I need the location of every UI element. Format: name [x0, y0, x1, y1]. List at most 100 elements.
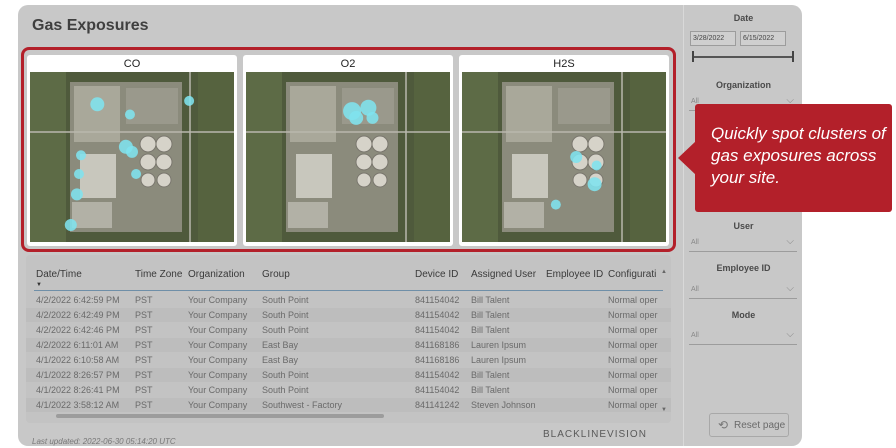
- table-cell: 4/2/2022 6:11:01 AM: [36, 340, 119, 350]
- employee-id-dropdown[interactable]: All ⌵: [689, 283, 797, 299]
- exposure-table: Date/Time ▼ Time Zone Organization Group…: [26, 255, 671, 423]
- mode-label: Mode: [731, 310, 756, 320]
- table-cell: 841168186: [415, 355, 460, 365]
- table-cell: 4/2/2022 6:42:59 PM: [36, 295, 120, 305]
- reset-icon: ⟲: [718, 418, 729, 432]
- table-cell: Bill Talent: [471, 385, 510, 395]
- date-label: Date: [733, 13, 754, 23]
- table-cell: 4/1/2022 3:58:12 AM: [36, 400, 120, 410]
- exposure-cluster[interactable]: [131, 169, 142, 179]
- exposure-cluster[interactable]: [64, 219, 77, 231]
- exposure-cluster[interactable]: [126, 145, 138, 158]
- table-cell: Normal oper: [608, 295, 658, 305]
- col-configuration[interactable]: Configurati: [608, 269, 660, 280]
- map-h2s[interactable]: [462, 72, 666, 242]
- map-card-h2s[interactable]: H2S: [459, 55, 669, 246]
- date-slider-start-handle[interactable]: [692, 51, 694, 62]
- table-cell: PST: [135, 370, 153, 380]
- table-row[interactable]: 4/2/2022 6:11:01 AM PST Your Company East B…: [26, 338, 671, 352]
- col-datetime[interactable]: Date/Time: [36, 269, 82, 280]
- stage: Gas Exposures CO O2 H2S Date/Time ▼ Time…: [0, 0, 896, 448]
- exposure-cluster[interactable]: [184, 95, 195, 106]
- table-cell: South Point: [262, 310, 309, 320]
- table-cell: Your Company: [188, 340, 248, 350]
- table-row[interactable]: 4/2/2022 6:42:49 PM PST Your Company South …: [26, 308, 671, 322]
- table-cell: Bill Talent: [471, 325, 510, 335]
- table-cell: Normal oper: [608, 325, 658, 335]
- table-cell: Your Company: [188, 385, 248, 395]
- table-cell: 4/1/2022 8:26:57 PM: [36, 370, 120, 380]
- employee-id-value: All: [691, 286, 699, 293]
- exposure-cluster[interactable]: [124, 109, 135, 120]
- exposure-cluster[interactable]: [587, 177, 602, 192]
- reset-page-button[interactable]: ⟲ Reset page: [709, 413, 789, 437]
- table-cell: South Point: [262, 325, 309, 335]
- organization-label: Organization: [715, 80, 771, 90]
- horizontal-scrollbar[interactable]: [56, 414, 384, 418]
- col-group[interactable]: Group: [262, 269, 290, 280]
- map-co[interactable]: [30, 72, 234, 242]
- table-cell: 841154042: [415, 295, 460, 305]
- exposure-cluster[interactable]: [349, 110, 364, 125]
- exposure-cluster[interactable]: [570, 151, 583, 163]
- map-card-co[interactable]: CO: [27, 55, 237, 246]
- table-header: Date/Time ▼ Time Zone Organization Group…: [26, 255, 671, 289]
- table-row[interactable]: 4/1/2022 8:26:41 PM PST Your Company South …: [26, 383, 671, 397]
- brand-logo: BLACKLINEVISION: [543, 429, 647, 440]
- sort-desc-icon[interactable]: ▼: [36, 282, 42, 288]
- exposure-cluster[interactable]: [70, 188, 83, 201]
- exposure-cluster[interactable]: [76, 150, 86, 161]
- table-cell: Your Company: [188, 370, 248, 380]
- callout-text: Quickly spot clusters of gas exposures a…: [711, 124, 886, 187]
- table-row[interactable]: 4/1/2022 6:10:58 AM PST Your Company East B…: [26, 353, 671, 367]
- callout-box: Quickly spot clusters of gas exposures a…: [695, 104, 892, 212]
- table-cell: 841154042: [415, 385, 460, 395]
- map-card-o2[interactable]: O2: [243, 55, 453, 246]
- exposure-cluster[interactable]: [550, 199, 561, 210]
- date-start-input[interactable]: 3/28/2022: [690, 31, 736, 46]
- last-updated: Last updated: 2022-06-30 05:14:20 UTC: [32, 437, 176, 446]
- table-cell: Normal oper: [608, 355, 658, 365]
- scroll-up-icon[interactable]: ▲: [661, 269, 667, 275]
- table-cell: Normal oper: [608, 385, 658, 395]
- table-cell: East Bay: [262, 355, 299, 365]
- table-cell: Normal oper: [608, 310, 658, 320]
- table-cell: Your Company: [188, 325, 248, 335]
- user-label: User: [733, 221, 754, 231]
- date-slider[interactable]: [692, 56, 794, 58]
- table-cell: Steven Johnson: [471, 400, 536, 410]
- table-cell: PST: [135, 400, 153, 410]
- table-cell: South Point: [262, 295, 309, 305]
- callout-pointer: [678, 141, 696, 175]
- map-o2[interactable]: [246, 72, 450, 242]
- exposure-cluster[interactable]: [591, 160, 602, 171]
- table-cell: 841154042: [415, 370, 460, 380]
- table-row[interactable]: 4/2/2022 6:42:59 PM PST Your Company South …: [26, 293, 671, 307]
- exposure-cluster[interactable]: [90, 97, 105, 112]
- user-dropdown[interactable]: All ⌵: [689, 236, 797, 252]
- table-cell: Lauren Ipsum: [471, 340, 527, 350]
- table-cell: 841154042: [415, 310, 460, 320]
- scroll-down-icon[interactable]: ▼: [661, 407, 667, 413]
- col-device-id[interactable]: Device ID: [415, 269, 458, 280]
- table-cell: 4/1/2022 6:10:58 AM: [36, 355, 120, 365]
- page-title: Gas Exposures: [32, 17, 149, 34]
- date-end-input[interactable]: 6/15/2022: [740, 31, 786, 46]
- table-row[interactable]: 4/2/2022 6:42:46 PM PST Your Company South …: [26, 323, 671, 337]
- col-timezone[interactable]: Time Zone: [135, 269, 182, 280]
- col-employee-id[interactable]: Employee ID: [546, 269, 603, 280]
- table-cell: 841141242: [415, 400, 460, 410]
- mode-dropdown[interactable]: All ⌵: [689, 329, 797, 345]
- exposure-cluster[interactable]: [366, 111, 379, 124]
- mode-value: All: [691, 332, 699, 339]
- table-row[interactable]: 4/1/2022 8:26:57 PM PST Your Company South …: [26, 368, 671, 382]
- map-label-co: CO: [123, 58, 141, 70]
- table-cell: Bill Talent: [471, 370, 510, 380]
- table-cell: Bill Talent: [471, 295, 510, 305]
- date-slider-end-handle[interactable]: [792, 51, 794, 62]
- table-row[interactable]: 4/1/2022 3:58:12 AM PST Your Company Southw…: [26, 398, 671, 412]
- col-organization[interactable]: Organization: [188, 269, 245, 280]
- table-cell: East Bay: [262, 340, 299, 350]
- exposure-cluster[interactable]: [73, 169, 84, 179]
- col-assigned-user[interactable]: Assigned User: [471, 269, 536, 280]
